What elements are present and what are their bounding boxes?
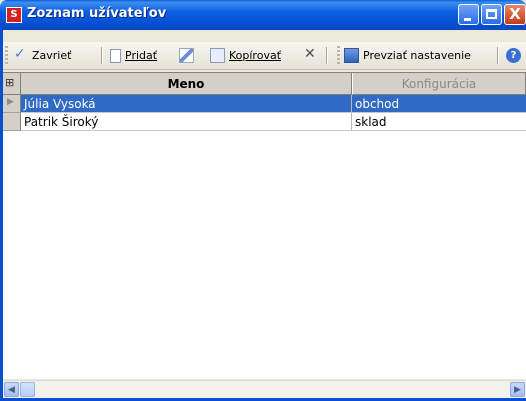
cell-configuration[interactable]: sklad [352, 113, 526, 131]
edit-icon [179, 48, 194, 63]
row-indicator[interactable] [3, 113, 21, 131]
cell-configuration[interactable]: obchod [352, 95, 526, 113]
window-title: Zoznam užívateľov [27, 6, 167, 21]
close-tool-label: Zavrieť [32, 49, 72, 62]
table-row[interactable]: Júlia Vysoká obchod [3, 95, 526, 113]
close-icon: X [509, 5, 521, 23]
import-icon [344, 48, 359, 63]
column-chooser-button[interactable]: ⊞ [3, 73, 21, 95]
delete-button[interactable] [303, 46, 322, 65]
check-icon [13, 46, 28, 63]
toolbar-grip[interactable] [5, 46, 8, 65]
users-window: S Zoznam užívateľov X Zavrieť Pridať Kop… [0, 0, 526, 401]
help-icon: ? [506, 48, 521, 63]
toolbar-separator [497, 47, 499, 64]
maximize-button[interactable] [481, 4, 502, 25]
copy-button[interactable]: Kopírovať [210, 46, 281, 65]
scroll-left-button[interactable]: ◀ [4, 382, 19, 397]
scroll-thumb[interactable] [20, 382, 35, 397]
column-header-configuration[interactable]: Konfigurácia [352, 73, 526, 95]
column-header-name[interactable]: Meno [21, 73, 352, 95]
add-label: Pridať [125, 49, 158, 62]
table-row[interactable]: Patrik Široký sklad [3, 113, 526, 131]
delete-icon [303, 46, 318, 63]
page-icon [110, 48, 121, 63]
column-chooser-icon: ⊞ [5, 76, 15, 89]
cell-name[interactable]: Júlia Vysoká [21, 95, 352, 113]
horizontal-scrollbar[interactable]: ◀ ▶ [3, 380, 526, 398]
close-button[interactable]: X [504, 4, 526, 25]
copy-label: Kopírovať [229, 49, 282, 62]
copy-icon [210, 48, 225, 63]
toolbar-separator [326, 47, 328, 64]
edit-button[interactable] [179, 46, 198, 65]
cell-name[interactable]: Patrik Široký [21, 113, 352, 131]
help-button[interactable]: ? [506, 46, 525, 65]
toolbar-separator [101, 47, 103, 64]
toolbar: Zavrieť Pridať Kopírovať Prevziať nastav… [3, 42, 526, 70]
users-grid[interactable]: ⊞ Meno Konfigurácia Júlia Vysoká obchod … [3, 72, 526, 379]
import-settings-button[interactable]: Prevziať nastavenie [344, 46, 471, 65]
minimize-button[interactable] [458, 4, 479, 25]
close-tool-button[interactable]: Zavrieť [13, 46, 71, 65]
import-settings-label: Prevziať nastavenie [363, 49, 471, 62]
app-icon[interactable]: S [6, 7, 22, 23]
add-button[interactable]: Pridať [110, 46, 157, 65]
row-indicator[interactable] [3, 95, 21, 113]
title-bar[interactable]: S Zoznam užívateľov X [0, 0, 526, 30]
scroll-right-button[interactable]: ▶ [510, 382, 525, 397]
toolbar-grip[interactable] [337, 46, 340, 65]
